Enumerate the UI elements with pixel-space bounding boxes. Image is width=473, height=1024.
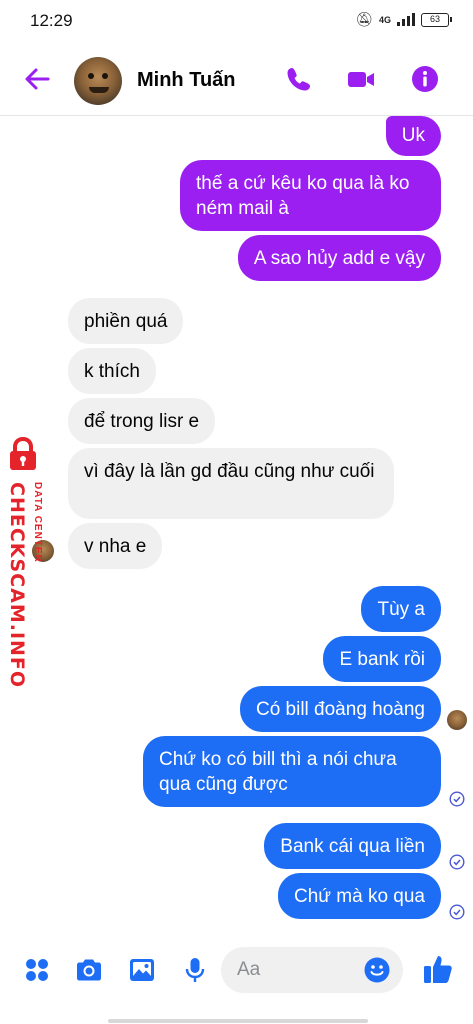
message-bubble-sent[interactable]: Có bill đoàng hoàng bbox=[239, 686, 441, 732]
sent-check-icon bbox=[449, 904, 465, 920]
emoji-icon[interactable] bbox=[363, 956, 391, 984]
conversation-header: Minh Tuấn bbox=[0, 42, 473, 116]
message-bubble-received[interactable]: k thích bbox=[68, 348, 156, 394]
info-icon[interactable] bbox=[410, 64, 440, 94]
camera-icon[interactable] bbox=[74, 955, 104, 985]
message-bubble-sent[interactable]: Tùy a bbox=[361, 586, 441, 632]
message-bubble-sent[interactable]: A sao hủy add e vậy bbox=[237, 235, 441, 281]
message-bubble-received[interactable]: v nha e bbox=[68, 523, 163, 569]
message-bubble-sent[interactable]: thế a cứ kêu ko qua là ko ném mail à bbox=[180, 160, 441, 231]
system-nav-bar bbox=[0, 1008, 473, 1024]
message-list[interactable]: Uk thế a cứ kêu ko qua là ko ném mail à … bbox=[0, 116, 473, 936]
image-icon[interactable] bbox=[127, 955, 157, 985]
sent-check-icon bbox=[449, 791, 465, 807]
status-time: 12:29 bbox=[30, 11, 73, 30]
contact-name[interactable]: Minh Tuấn bbox=[137, 69, 236, 92]
watermark-text: CHECKSCAM.INFO bbox=[6, 482, 28, 689]
network-type: 4G bbox=[378, 14, 391, 25]
back-arrow-icon[interactable] bbox=[22, 64, 52, 94]
message-bubble-sent[interactable]: Chứ ko có bill thì a nói chưa qua cũng đ… bbox=[143, 736, 441, 807]
battery-icon: 63 bbox=[421, 12, 452, 27]
status-icons: 🔕︎ 4G 63 bbox=[355, 11, 452, 28]
message-bubble-sent[interactable]: E bank rồi bbox=[323, 636, 441, 682]
status-bar: 12:29 🔕︎ 4G 63 bbox=[0, 0, 473, 42]
thumbs-up-icon[interactable] bbox=[421, 952, 455, 986]
message-bubble-sent[interactable]: Chứ mà ko qua bbox=[277, 873, 441, 919]
watermark-subtext: DATA CENTER bbox=[32, 482, 43, 563]
video-camera-icon[interactable] bbox=[346, 64, 376, 94]
message-bubble-received[interactable]: để trong lisr e bbox=[68, 398, 216, 444]
nav-gesture-handle[interactable] bbox=[108, 1019, 368, 1023]
sent-check-icon bbox=[449, 854, 465, 870]
message-input-box[interactable] bbox=[221, 947, 403, 993]
lock-icon bbox=[10, 436, 36, 470]
phone-icon[interactable] bbox=[284, 64, 314, 94]
read-receipt-avatar bbox=[447, 710, 467, 730]
message-input[interactable] bbox=[237, 947, 357, 993]
message-bubble-received[interactable]: phiền quá bbox=[68, 298, 184, 344]
microphone-icon[interactable] bbox=[180, 955, 210, 985]
mute-icon: 🔕︎ bbox=[355, 11, 373, 27]
signal-icon bbox=[397, 13, 415, 26]
contact-avatar[interactable] bbox=[74, 57, 122, 105]
message-bubble-sent[interactable]: Bank cái qua liền bbox=[264, 823, 441, 869]
message-bubble-received[interactable]: vì đây là lần gd đầu cũng như cuối bbox=[68, 448, 394, 519]
watermark: CHECKSCAM.INFO DATA CENTER bbox=[2, 436, 50, 688]
apps-icon[interactable] bbox=[22, 955, 52, 985]
message-bubble-sent[interactable]: Uk bbox=[385, 116, 441, 156]
message-composer bbox=[0, 936, 473, 1008]
